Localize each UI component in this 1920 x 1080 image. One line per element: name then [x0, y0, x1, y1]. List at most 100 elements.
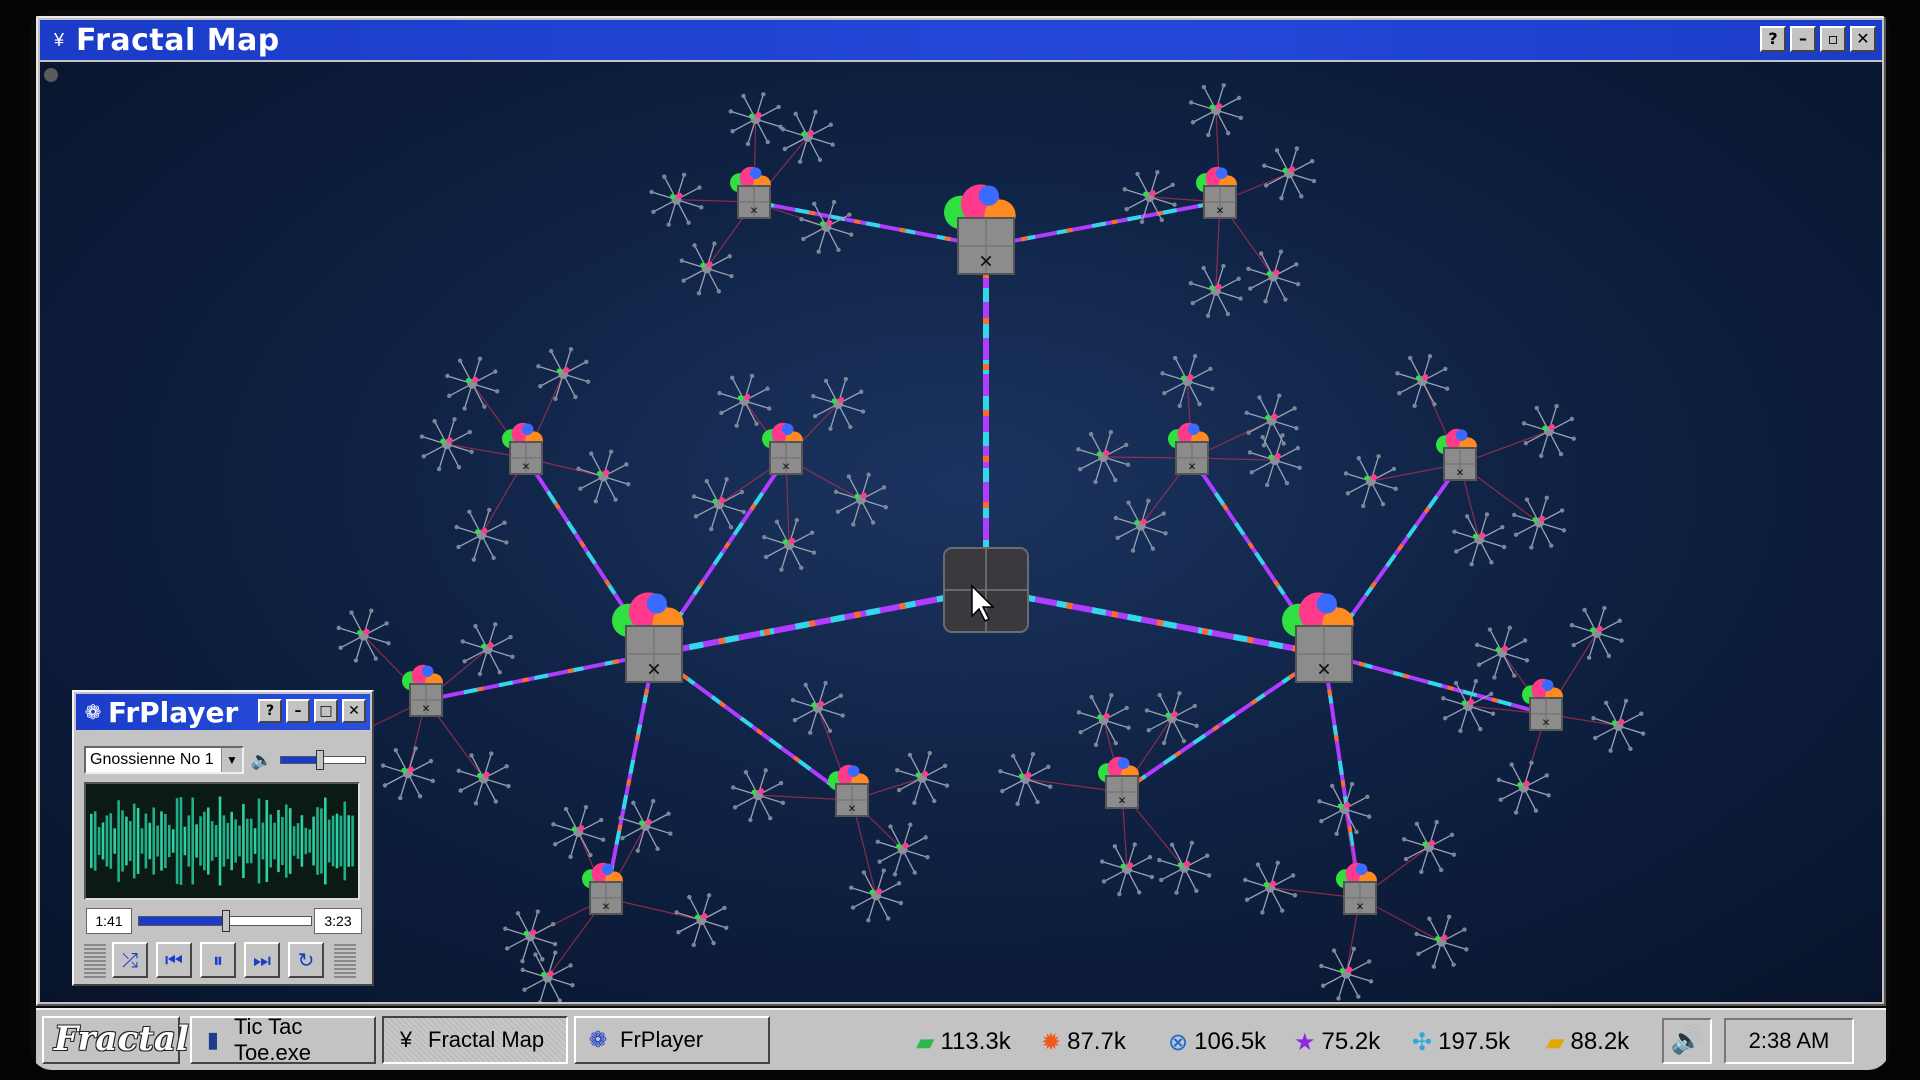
map-sub-node[interactable]: ✕	[762, 422, 803, 475]
map-branch-node-top[interactable]: ✕	[944, 184, 1016, 275]
map-leaf-node[interactable]	[503, 909, 558, 964]
chevron-down-icon[interactable]: ▼	[221, 748, 242, 772]
track-select[interactable]: Gnossienne No 1 ▼	[84, 746, 244, 774]
pause-button[interactable]: ⏸	[200, 942, 236, 978]
map-leaf-node[interactable]	[1414, 914, 1469, 969]
map-leaf-node[interactable]	[1246, 249, 1301, 304]
map-leaf-node[interactable]	[1244, 393, 1299, 448]
clock: 2:38 AM	[1724, 1018, 1854, 1064]
map-leaf-node[interactable]	[1319, 946, 1374, 1001]
speaker-icon[interactable]: 🔈	[250, 748, 274, 772]
map-leaf-node[interactable]	[520, 950, 575, 1002]
task-frplayer[interactable]: ❁ FrPlayer	[574, 1016, 770, 1064]
map-leaf-node[interactable]	[1569, 605, 1624, 660]
volume-knob[interactable]	[315, 750, 324, 770]
seek-slider[interactable]	[138, 910, 312, 932]
help-button[interactable]: ?	[1760, 26, 1786, 52]
player-titlebar[interactable]: ❁ FrPlayer ? – □ ✕	[76, 694, 370, 730]
visualizer-bar	[320, 808, 323, 874]
volume-slider[interactable]	[280, 750, 366, 770]
repeat-button[interactable]: ↻	[288, 942, 324, 978]
visualizer-bar	[203, 811, 206, 871]
player-help-button[interactable]: ?	[258, 699, 282, 723]
map-leaf-node[interactable]	[1401, 819, 1457, 874]
speaker-icon[interactable]: 🔊	[1662, 1018, 1712, 1064]
map-leaf-node[interactable]	[1475, 625, 1530, 680]
map-sub-node[interactable]: ✕	[502, 422, 543, 475]
visualizer-bar	[210, 821, 214, 861]
seek-knob[interactable]	[222, 910, 230, 932]
map-leaf-node[interactable]	[895, 750, 950, 805]
player-close-button[interactable]: ✕	[342, 699, 366, 723]
taskbar: Fractal ▮ Tic Tac Toe.exe ¥ Fractal Map …	[36, 1008, 1886, 1070]
map-leaf-node[interactable]	[419, 417, 474, 472]
map-leaf-node[interactable]	[1188, 83, 1244, 138]
map-branch-node-left[interactable]: ✕	[612, 592, 684, 683]
map-leaf-node[interactable]	[1496, 760, 1551, 815]
map-leaf-node[interactable]	[551, 804, 606, 860]
map-leaf-node[interactable]	[717, 373, 772, 428]
map-leaf-node[interactable]	[679, 241, 734, 296]
map-leaf-node[interactable]	[799, 199, 854, 254]
resource-value: 197.5k	[1438, 1028, 1511, 1055]
previous-button[interactable]: ⏮	[156, 942, 192, 978]
visualizer-bar	[171, 829, 175, 853]
maximize-button[interactable]: ▫	[1820, 26, 1846, 52]
map-leaf-node[interactable]	[790, 680, 845, 735]
map-leaf-node[interactable]	[1144, 691, 1199, 746]
map-leaf-node[interactable]	[1113, 498, 1168, 553]
map-leaf-node[interactable]	[1591, 698, 1646, 753]
shuffle-button[interactable]: ⤮	[112, 942, 148, 978]
map-leaf-node[interactable]	[454, 507, 509, 562]
map-branch-node-right[interactable]: ✕	[1282, 592, 1354, 683]
map-leaf-node[interactable]	[1188, 263, 1243, 318]
start-button[interactable]: Fractal	[42, 1016, 189, 1064]
map-leaf-node[interactable]	[1452, 512, 1507, 567]
map-leaf-node[interactable]	[1243, 860, 1298, 915]
map-leaf-node[interactable]	[536, 346, 591, 402]
map-sub-node[interactable]: ✕	[1168, 422, 1209, 475]
map-sub-node[interactable]: ✕	[1196, 166, 1237, 219]
minimize-button[interactable]: –	[1790, 26, 1816, 52]
map-leaf-node[interactable]	[691, 477, 746, 532]
map-leaf-node[interactable]	[998, 751, 1053, 807]
map-sub-node[interactable]: ✕	[1522, 678, 1563, 731]
map-leaf-node[interactable]	[731, 768, 786, 823]
map-leaf-node[interactable]	[1512, 495, 1567, 550]
map-leaf-node[interactable]	[460, 622, 515, 677]
map-leaf-node[interactable]	[1076, 692, 1131, 748]
map-sub-node[interactable]: ✕	[582, 862, 623, 915]
player-minimize-button[interactable]: –	[286, 699, 310, 723]
map-leaf-node[interactable]	[576, 449, 631, 504]
task-tic-tac-toe[interactable]: ▮ Tic Tac Toe.exe	[190, 1014, 376, 1065]
map-leaf-node[interactable]	[833, 472, 888, 527]
map-leaf-node[interactable]	[674, 893, 729, 948]
map-leaf-node[interactable]	[1521, 403, 1576, 459]
map-sub-node[interactable]: ✕	[1098, 756, 1139, 809]
map-leaf-node[interactable]	[1157, 840, 1212, 895]
map-leaf-node[interactable]	[1099, 842, 1155, 897]
map-sub-node[interactable]: ✕	[828, 764, 869, 817]
map-leaf-node[interactable]	[1262, 146, 1317, 201]
map-leaf-node[interactable]	[1395, 353, 1450, 409]
map-sub-node[interactable]: ✕	[730, 166, 771, 219]
map-leaf-node[interactable]	[456, 751, 511, 806]
map-sub-node[interactable]: ✕	[1436, 428, 1477, 481]
next-button[interactable]: ⏭	[244, 942, 280, 978]
close-button[interactable]: ✕	[1850, 26, 1876, 52]
map-leaf-node[interactable]	[1343, 454, 1398, 509]
map-leaf-node[interactable]	[1160, 353, 1215, 409]
track-name: Gnossienne No 1	[90, 751, 214, 768]
task-fractal-map[interactable]: ¥ Fractal Map	[382, 1016, 568, 1064]
visualizer-bar	[183, 826, 187, 856]
window-titlebar[interactable]: ¥ Fractal Map ? – ▫ ✕	[40, 20, 1882, 60]
map-leaf-node[interactable]	[780, 109, 835, 164]
map-sub-node[interactable]: ✕	[1336, 862, 1377, 915]
player-maximize-button[interactable]: □	[314, 699, 338, 723]
map-leaf-node[interactable]	[762, 517, 817, 572]
player-controls: ? – □ ✕	[258, 699, 366, 723]
map-leaf-node[interactable]	[445, 356, 500, 411]
map-leaf-node[interactable]	[618, 798, 673, 853]
visualizer-bar	[285, 804, 288, 878]
map-leaf-node[interactable]	[380, 746, 435, 801]
